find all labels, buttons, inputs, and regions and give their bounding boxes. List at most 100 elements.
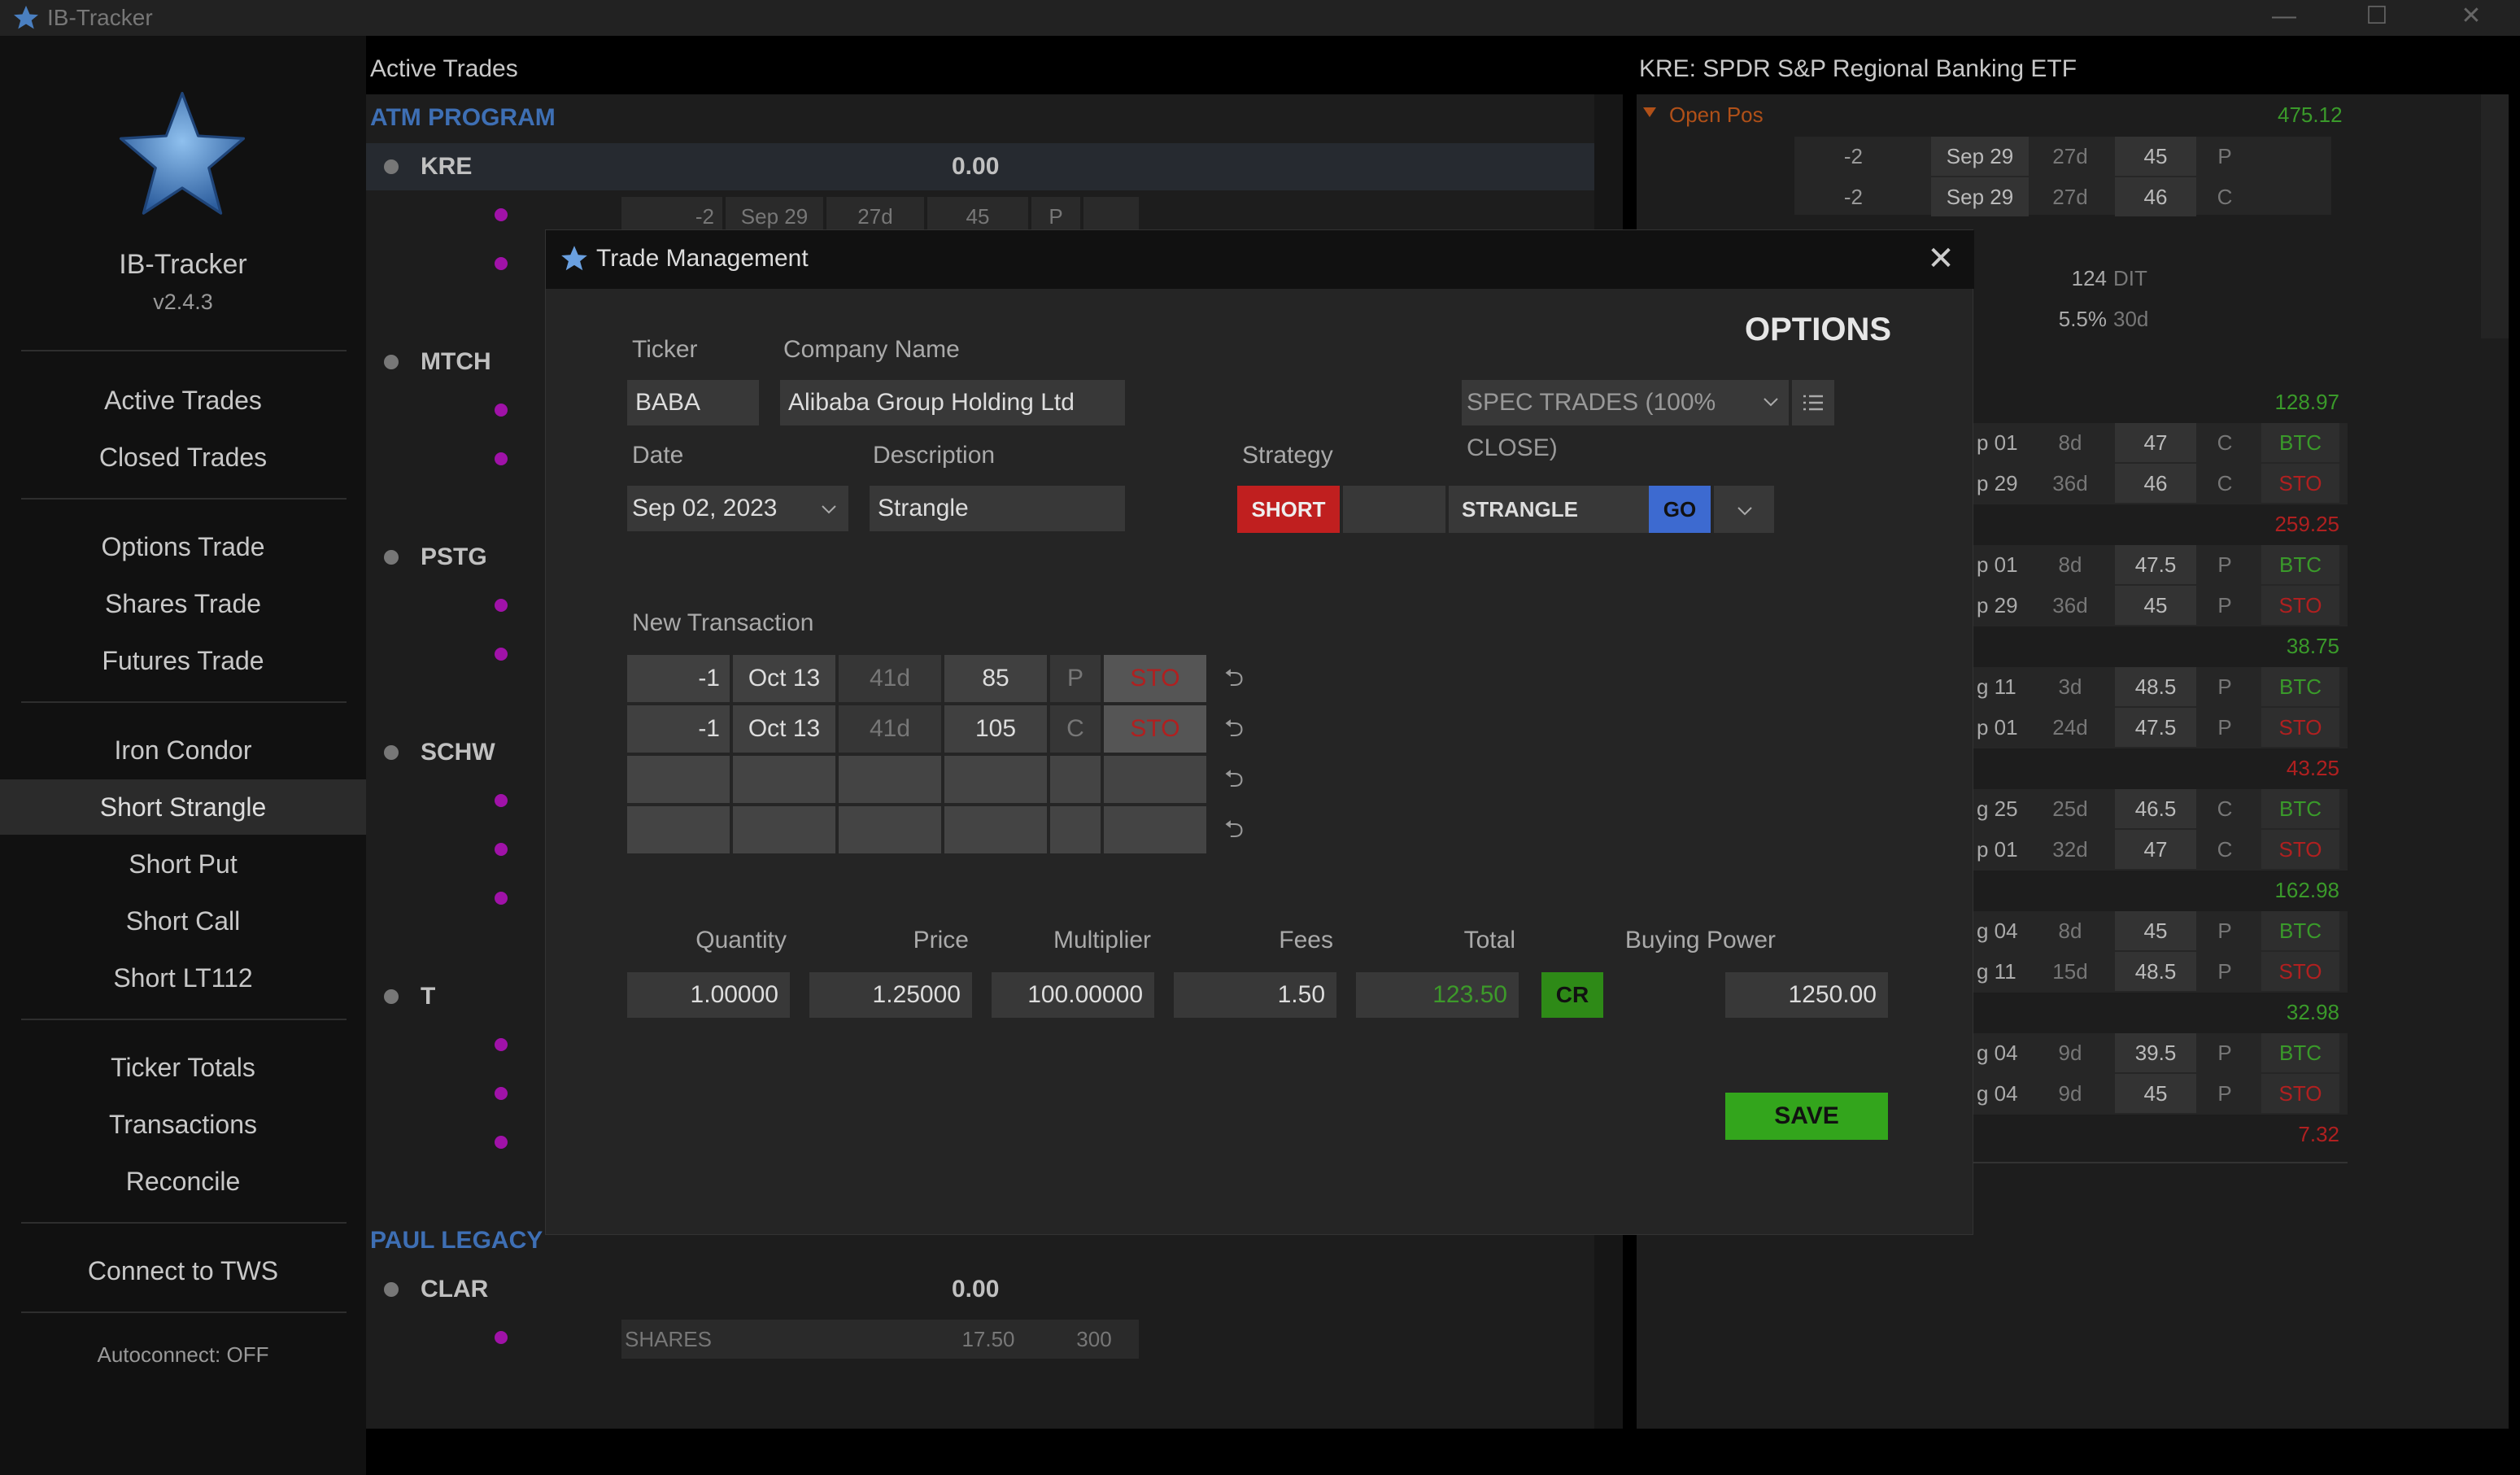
nav-futures-trade[interactable]: Futures Trade (0, 635, 366, 687)
leg-strike-input[interactable]: 105 (944, 705, 1047, 753)
group-total: 128.97 (2274, 390, 2339, 414)
multiplier-input[interactable]: 100.00000 (992, 972, 1154, 1018)
strategy-menu-button[interactable] (1714, 486, 1774, 533)
leg-strike-input[interactable] (944, 806, 1047, 853)
leg-strike-input[interactable] (944, 756, 1047, 803)
ticker-clar[interactable]: CLAR (421, 1276, 488, 1303)
close-window-button[interactable]: ✕ (2422, 0, 2520, 36)
nav-iron-condor[interactable]: Iron Condor (0, 724, 366, 776)
nav-closed-trades[interactable]: Closed Trades (0, 431, 366, 483)
leg-expiry-input[interactable] (733, 806, 835, 853)
leg-strike: 47.5 (2115, 708, 2196, 747)
nav-reconcile[interactable]: Reconcile (0, 1155, 366, 1207)
detail-scrollbar[interactable] (2481, 94, 2509, 338)
minimize-button[interactable]: — (2235, 0, 2333, 36)
ticker-pstg[interactable]: PSTG (421, 543, 487, 571)
ticker-input[interactable]: BABA (627, 380, 759, 425)
leg-action[interactable]: STO (1104, 705, 1206, 753)
leg-exp: p 01 (1977, 715, 2018, 740)
maximize-button[interactable]: ☐ (2328, 0, 2426, 36)
leg-put-call[interactable]: P (1050, 655, 1101, 702)
date-value: Sep 02, 2023 (632, 495, 778, 521)
divider (21, 1019, 347, 1020)
leg-strike: 48.5 (2115, 667, 2196, 706)
autoconnect-status[interactable]: Autoconnect: OFF (0, 1342, 366, 1368)
undo-icon[interactable]: ⮌ (1218, 655, 1250, 702)
leg-action: STO (2261, 464, 2339, 503)
leg-qty-input[interactable]: -1 (627, 705, 730, 753)
nav-shares-trade[interactable]: Shares Trade (0, 578, 366, 630)
leg-shares-qty: 300 (1076, 1327, 1112, 1351)
save-button[interactable]: SAVE (1725, 1093, 1888, 1140)
nav-short-call[interactable]: Short Call (0, 895, 366, 947)
leg-qty-input[interactable] (627, 806, 730, 853)
strategy-blank-field[interactable] (1343, 486, 1445, 533)
leg-expiry-input[interactable]: Oct 13 (733, 705, 835, 753)
strategy-dropdown[interactable]: STRANGLE (1449, 486, 1655, 533)
ticker-t[interactable]: T (421, 983, 435, 1010)
open-pos-label[interactable]: Open Pos (1669, 103, 1764, 128)
collapse-arrow-icon[interactable] (1643, 107, 1656, 117)
nav-active-trades[interactable]: Active Trades (0, 374, 366, 426)
company-input[interactable]: Alibaba Group Holding Ltd (780, 380, 1125, 425)
pct-label: 30d (2113, 307, 2149, 331)
undo-icon[interactable]: ⮌ (1218, 705, 1250, 753)
leg-pc: P (2217, 959, 2232, 984)
leg-put-call[interactable] (1050, 806, 1101, 853)
leg-qty-input[interactable] (627, 756, 730, 803)
dialog-close-button[interactable]: ✕ (1921, 238, 1961, 279)
divider (21, 498, 347, 500)
nav-ticker-totals[interactable]: Ticker Totals (0, 1041, 366, 1093)
title-bar: IB-Tracker — ☐ ✕ (0, 0, 2520, 36)
leg-put-call[interactable]: C (1050, 705, 1101, 753)
leg-qty-input[interactable]: -1 (627, 655, 730, 702)
leg-dot (495, 257, 508, 270)
description-input[interactable]: Strangle (870, 486, 1125, 531)
leg-dte: 36d (2052, 593, 2088, 617)
leg-expiry-input[interactable]: Oct 13 (733, 655, 835, 702)
undo-icon[interactable]: ⮌ (1218, 806, 1250, 853)
leg-dot (495, 892, 508, 905)
leg-dte: 41d (839, 705, 941, 753)
dialog-title: Trade Management (596, 245, 809, 272)
nav-short-lt112[interactable]: Short LT112 (0, 952, 366, 1004)
fees-input[interactable]: 1.50 (1174, 972, 1336, 1018)
leg-put-call[interactable] (1050, 756, 1101, 803)
ticker-mtch[interactable]: MTCH (421, 348, 491, 376)
date-picker[interactable]: Sep 02, 2023 (627, 486, 848, 531)
price-input[interactable]: 1.25000 (809, 972, 972, 1018)
category-list-button[interactable] (1792, 380, 1834, 425)
quantity-input[interactable]: 1.00000 (627, 972, 790, 1018)
nav-options-trade[interactable]: Options Trade (0, 521, 366, 573)
nav-connect-tws[interactable]: Connect to TWS (0, 1245, 366, 1297)
undo-icon[interactable]: ⮌ (1218, 756, 1250, 803)
leg-action[interactable] (1104, 806, 1206, 853)
leg-strike-input[interactable]: 85 (944, 655, 1047, 702)
price-header: Price (913, 927, 969, 954)
leg-action: BTC (2261, 667, 2339, 706)
leg-action[interactable]: STO (1104, 655, 1206, 702)
nav-transactions[interactable]: Transactions (0, 1098, 366, 1150)
leg-pc: P (2217, 593, 2232, 617)
nav-short-put[interactable]: Short Put (0, 838, 366, 890)
leg-action: BTC (2261, 545, 2339, 584)
short-long-button[interactable]: SHORT (1237, 486, 1340, 533)
trade-management-dialog: Trade Management ✕ OPTIONS Ticker Compan… (545, 229, 1974, 1235)
ticker-kre[interactable]: KRE (421, 153, 472, 181)
group-total: 259.25 (2274, 512, 2339, 536)
group-total: 32.98 (2286, 1000, 2339, 1024)
open-pos-total: 475.12 (2278, 103, 2343, 127)
leg-action[interactable] (1104, 756, 1206, 803)
multiplier-header: Multiplier (1053, 927, 1151, 954)
credit-debit-button[interactable]: CR (1541, 972, 1603, 1018)
leg-expiry-input[interactable] (733, 756, 835, 803)
leg-action: BTC (2261, 789, 2339, 828)
go-button[interactable]: GO (1649, 486, 1711, 533)
nav-short-strangle[interactable]: Short Strangle (0, 779, 366, 835)
strategy-label: Strategy (1242, 442, 1333, 469)
leg-pc: C (2217, 837, 2233, 862)
category-dropdown[interactable]: SPEC TRADES (100% CLOSE) (1462, 380, 1789, 461)
buying-power-input[interactable]: 1250.00 (1725, 972, 1888, 1018)
ticker-schw[interactable]: SCHW (421, 739, 495, 766)
leg-exp: g 11 (1977, 674, 2016, 699)
